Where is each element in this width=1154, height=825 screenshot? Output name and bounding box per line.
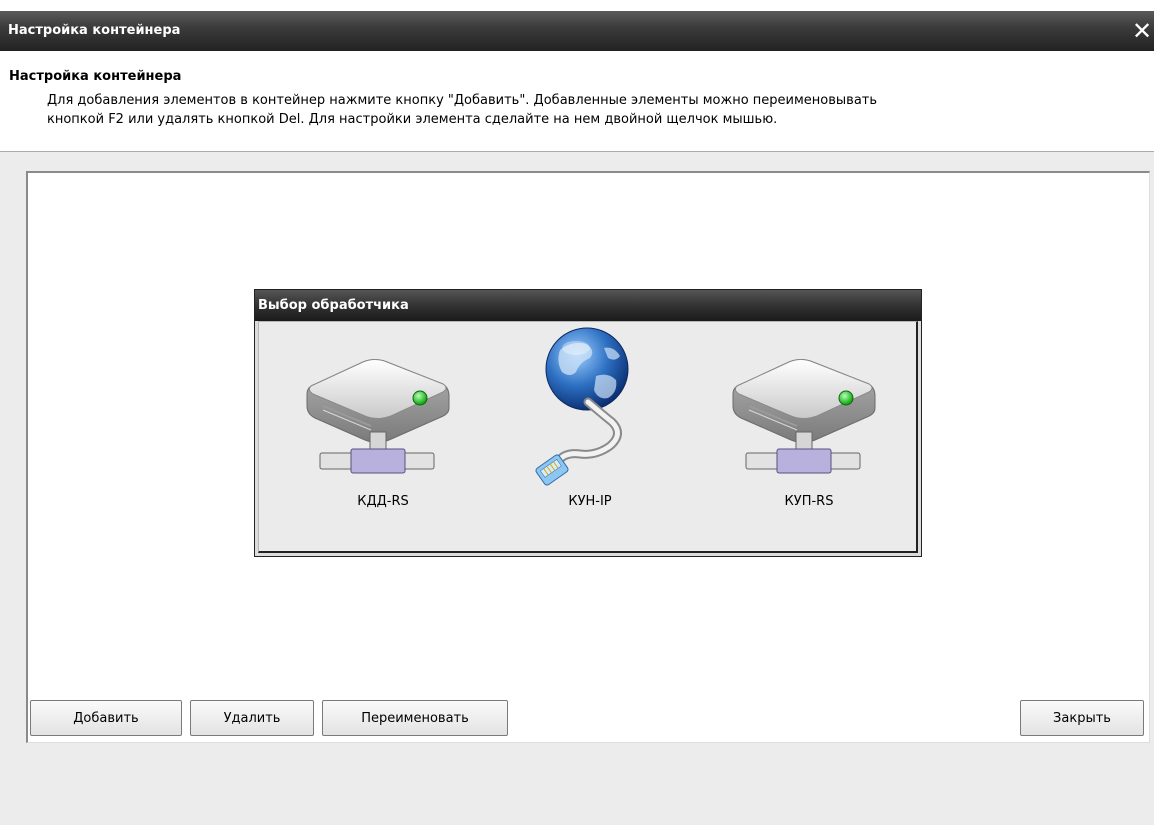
rename-button[interactable]: Переименовать [322, 700, 508, 736]
handler-selection-dialog: Выбор обработчика КДД-RS КУН-IP КУП-RS [254, 289, 922, 557]
delete-button[interactable]: Удалить [190, 700, 314, 736]
close-icon[interactable]: ✕ [1130, 14, 1154, 48]
dialog-title: Выбор обработчика [255, 290, 921, 321]
header-panel: Настройка контейнера Для добавления элем… [0, 51, 1154, 151]
window-title: Настройка контейнера [8, 23, 181, 38]
handler-label: КДД-RS [357, 494, 409, 509]
header-description: Для добавления элементов в контейнер наж… [47, 91, 1097, 129]
add-button[interactable]: Добавить [30, 700, 182, 736]
page-title: Настройка контейнера [9, 69, 182, 84]
globe-network-icon [535, 327, 629, 486]
close-button[interactable]: Закрыть [1020, 700, 1144, 736]
handler-item-kun-ip[interactable]: КУН-IP [500, 322, 680, 542]
handler-label: КУП-RS [784, 494, 834, 509]
dialog-body: КДД-RS КУН-IP КУП-RS [258, 321, 918, 553]
handler-item-kdd-rs[interactable]: КДД-RS [293, 322, 473, 542]
title-bar: Настройка контейнера ✕ [0, 0, 1154, 52]
handler-label: КУН-IP [568, 494, 612, 509]
handler-item-kup-rs[interactable]: КУП-RS [719, 322, 899, 542]
description-line-2: кнопкой F2 или удалять кнопкой Del. Для … [47, 112, 778, 127]
network-drive-icon [306, 359, 450, 474]
button-bar [0, 760, 1154, 825]
description-line-1: Для добавления элементов в контейнер наж… [47, 93, 878, 108]
network-drive-icon [732, 359, 876, 474]
